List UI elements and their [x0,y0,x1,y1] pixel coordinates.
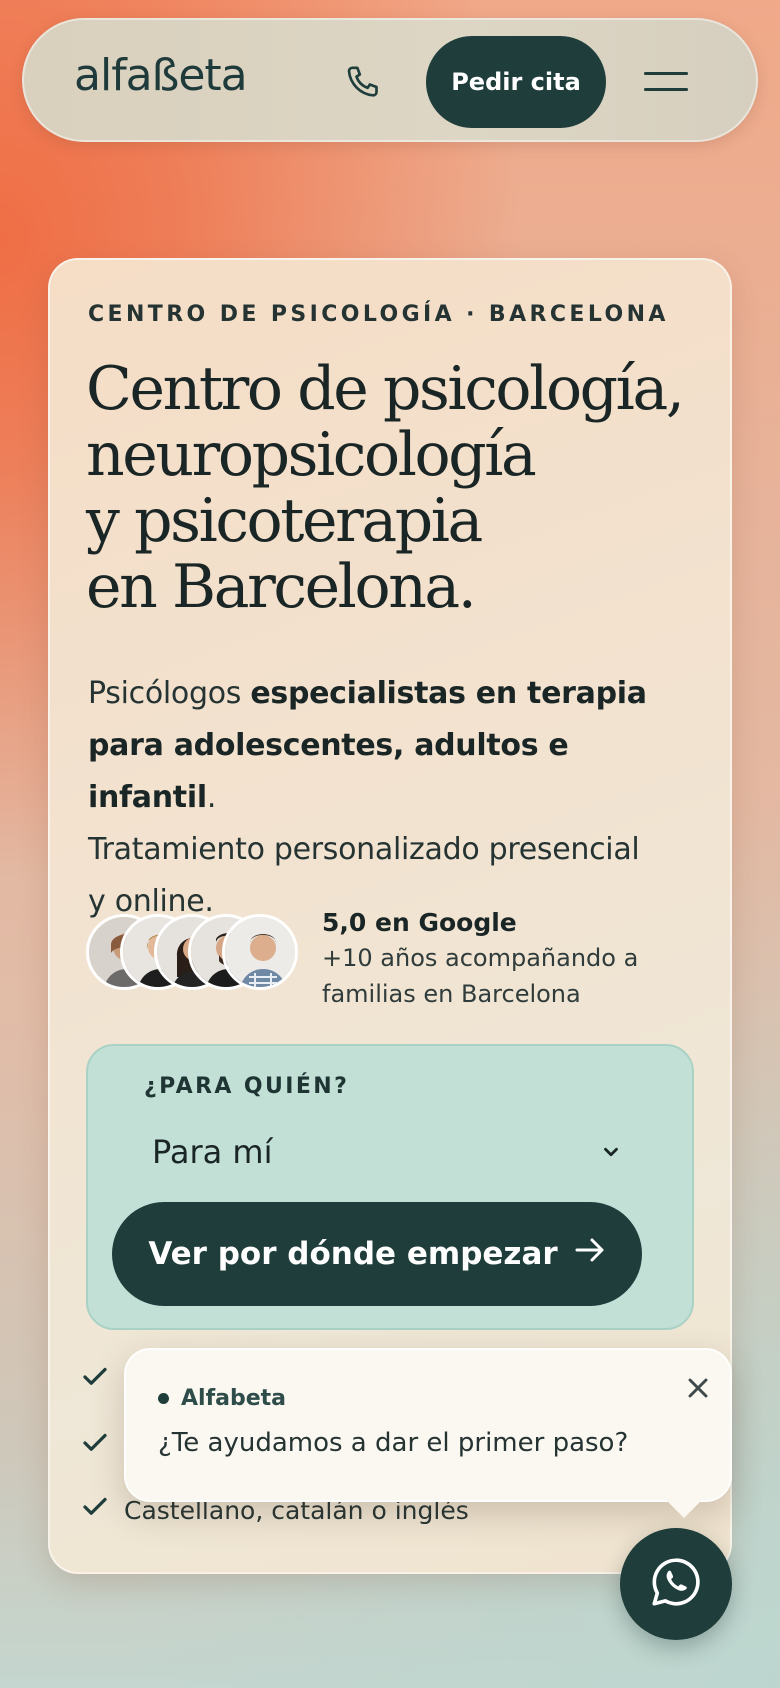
team-avatars [86,914,298,994]
arrow-right-icon [574,1236,606,1272]
check-icon [80,1362,110,1398]
pedir-cita-button[interactable]: Pedir cita [426,36,606,128]
site-header: alfaßeta Pedir cita [22,18,758,142]
title-line: neuropsicología [86,420,537,490]
online-dot-icon [158,1393,169,1404]
logo[interactable]: alfaßeta [74,50,248,101]
title-line: y psicoterapia [86,486,483,556]
proof-line: familias en Barcelona [322,980,581,1008]
close-icon[interactable] [682,1372,714,1404]
title-line: en Barcelona. [86,552,477,622]
selector-label: ¿PARA QUIÉN? [144,1074,350,1099]
ver-por-donde-empezar-button[interactable]: Ver por dónde empezar [112,1202,642,1306]
desc-bold: especialistas en terapia [250,676,647,711]
chat-message: ¿Te ayudamos a dar el primer paso? [158,1428,629,1458]
desc-text: . [206,780,217,815]
hero-description: Psicólogos especialistas en terapia para … [88,668,688,928]
google-rating: 5,0 en Google [322,908,517,937]
social-proof: 5,0 en Google +10 años acompañando a fam… [322,906,692,1012]
chat-sender: Alfabeta [158,1386,286,1411]
chat-popup[interactable]: Alfabeta ¿Te ayudamos a dar el primer pa… [124,1348,732,1518]
check-icon [80,1492,110,1528]
page-title: Centro de psicología, neuropsicología y … [86,356,696,620]
avatar [222,914,298,990]
whatsapp-icon [647,1553,705,1615]
title-line: Centro de psicología, [86,354,685,424]
hamburger-menu-icon[interactable] [644,70,690,94]
eyebrow: CENTRO DE PSICOLOGÍA · BARCELONA [88,302,669,327]
whatsapp-button[interactable] [620,1528,732,1640]
check-icon [80,1428,110,1464]
audience-selector: ¿PARA QUIÉN? Para mí Ver por dónde empez… [86,1044,694,1330]
desc-bold: para adolescentes, adultos e infantil [88,728,569,815]
list-item [80,1426,110,1466]
button-label: Ver por dónde empezar [148,1236,558,1272]
sender-name: Alfabeta [181,1386,287,1411]
selected-value: Para mí [152,1133,273,1171]
para-quien-select[interactable]: Para mí [152,1122,622,1182]
chat-tail [666,1500,702,1518]
desc-text: Psicólogos [88,676,251,711]
proof-line: +10 años acompañando a [322,944,639,972]
chevron-down-icon [600,1133,622,1171]
phone-icon[interactable] [344,62,384,102]
desc-text: Tratamiento personalizado presencial [88,832,640,867]
list-item [80,1360,110,1400]
